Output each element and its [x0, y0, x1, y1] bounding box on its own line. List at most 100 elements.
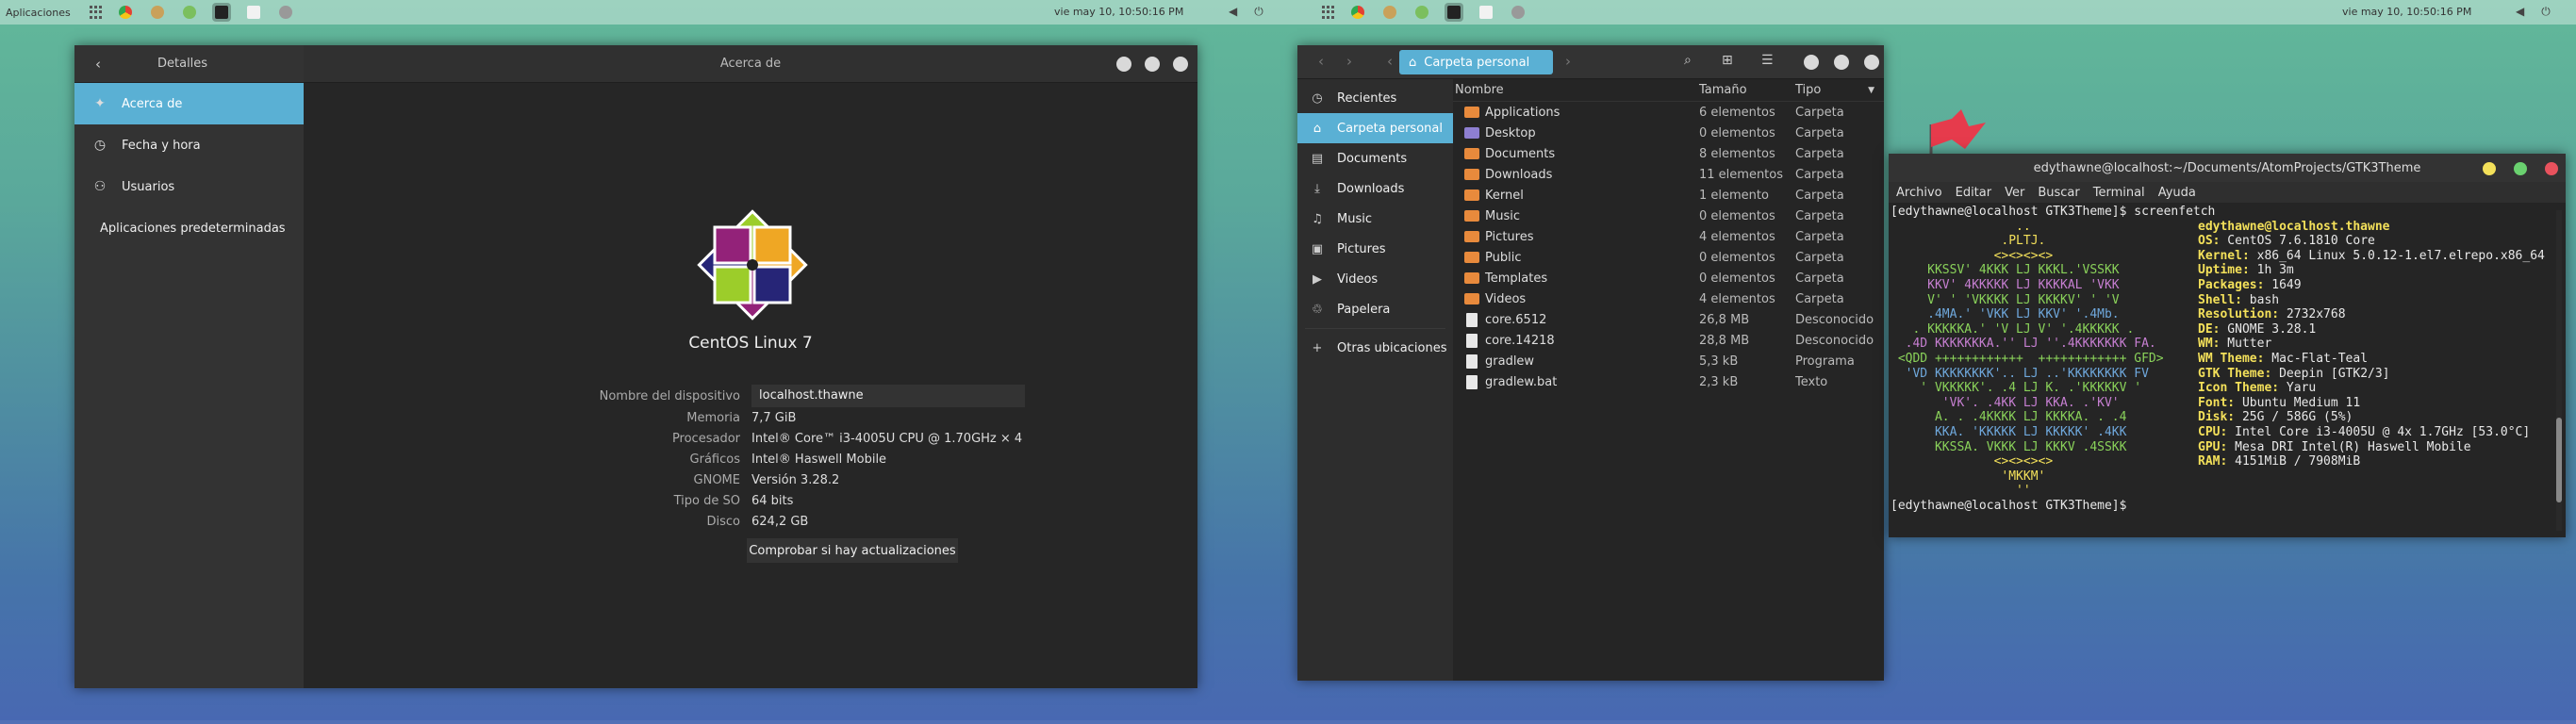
terminal-icon[interactable] — [1445, 3, 1463, 22]
file-name: Videos — [1485, 291, 1527, 306]
list-item[interactable]: Pictures 4 elementos Carpeta — [1453, 226, 1884, 247]
sidebar-item-videos[interactable]: ▶ Videos — [1297, 264, 1453, 294]
minimize-button[interactable] — [1116, 57, 1131, 72]
info-value: bash — [2241, 292, 2280, 307]
files-icon[interactable] — [244, 3, 263, 22]
view-grid-icon[interactable]: ⊞ — [1722, 53, 1733, 68]
chrome-icon[interactable] — [1348, 3, 1367, 22]
list-item[interactable]: Music 0 elementos Carpeta — [1453, 206, 1884, 226]
panel-clock-left[interactable]: vie may 10, 10:50:16 PM — [1054, 6, 1183, 18]
gimp-icon[interactable] — [148, 3, 167, 22]
sidebar-item-usuarios[interactable]: ⚇ Usuarios — [74, 166, 304, 207]
list-item[interactable]: Templates 0 elementos Carpeta — [1453, 268, 1884, 288]
menu-icon[interactable]: ☰ — [1761, 53, 1774, 68]
terminal-icon[interactable] — [211, 3, 231, 22]
menu-archivo[interactable]: Archivo — [1896, 186, 1942, 200]
column-size[interactable]: Tamaño — [1693, 83, 1790, 97]
info-key: WM Theme: — [2198, 351, 2265, 366]
check-updates-button[interactable]: Comprobar si hay actualizaciones — [747, 538, 958, 563]
apps-menu[interactable]: Aplicaciones — [6, 7, 71, 19]
ascii-logo-line: '' — [1891, 484, 2031, 499]
power-icon[interactable]: ⏻ — [1254, 5, 1263, 19]
list-item[interactable]: Applications 6 elementos Carpeta — [1453, 102, 1884, 123]
app-grid-icon[interactable] — [1322, 6, 1335, 19]
list-item[interactable]: Downloads 11 elementos Carpeta — [1453, 164, 1884, 185]
list-item[interactable]: gradlew 5,3 kB Programa — [1453, 351, 1884, 371]
terminal-scrollbar[interactable] — [2556, 210, 2562, 531]
sidebar-item-pictures[interactable]: ▣ Pictures — [1297, 234, 1453, 264]
column-type[interactable]: Tipo — [1790, 83, 1821, 97]
sidebar-item-otras[interactable]: + Otras ubicaciones — [1297, 333, 1453, 363]
maximize-button[interactable] — [2514, 162, 2527, 175]
list-item[interactable]: Kernel 1 elemento Carpeta — [1453, 185, 1884, 206]
location-label: Carpeta personal — [1424, 55, 1530, 70]
back-icon[interactable]: ‹ — [95, 56, 101, 73]
home-icon: ⌂ — [1409, 55, 1417, 70]
volume-icon[interactable]: ◀ — [2516, 5, 2524, 19]
column-name[interactable]: Nombre — [1453, 83, 1693, 97]
info-line: Disk: 25G / 586G (5%) — [2198, 410, 2545, 425]
search-icon[interactable]: ⌕ — [1684, 53, 1692, 68]
apps-label[interactable]: Aplicaciones — [6, 7, 71, 19]
menu-ver[interactable]: Ver — [2005, 186, 2024, 200]
scrollbar-thumb[interactable] — [2556, 418, 2562, 502]
menu-terminal[interactable]: Terminal — [2093, 186, 2145, 200]
maximize-button[interactable] — [1145, 57, 1160, 72]
sidebar-item-documents[interactable]: ▤ Documents — [1297, 143, 1453, 173]
sidebar-item-papelera[interactable]: ♲ Papelera — [1297, 294, 1453, 324]
close-button[interactable] — [2545, 162, 2558, 175]
sidebar-item-music[interactable]: ♫ Music — [1297, 204, 1453, 234]
folder-icon — [1464, 272, 1479, 284]
location-button[interactable]: ⌂ Carpeta personal — [1399, 50, 1553, 74]
menu-ayuda[interactable]: Ayuda — [2158, 186, 2196, 200]
info-key: Resolution: — [2198, 307, 2280, 322]
gimp-icon[interactable] — [1380, 3, 1399, 22]
atom-icon[interactable] — [1412, 3, 1431, 22]
panel-clock-right[interactable]: vie may 10, 10:50:16 PM — [2342, 6, 2471, 18]
terminal-output[interactable]: [edythawne@localhost GTK3Theme]$ screenf… — [1891, 205, 2552, 535]
minimize-button[interactable] — [2483, 162, 2496, 175]
files-header: ‹ › ‹ ⌂ Carpeta personal › ⌕ ⊞ ☰ — [1297, 45, 1884, 79]
sidebar-item-aplicaciones[interactable]: Aplicaciones predeterminadas — [74, 207, 304, 249]
back-icon[interactable]: ‹ — [1318, 53, 1324, 70]
forward-icon[interactable]: › — [1346, 53, 1352, 70]
sidebar-item-home[interactable]: ⌂ Carpeta personal — [1297, 113, 1453, 143]
close-button[interactable] — [1864, 55, 1879, 70]
minimize-button[interactable] — [1804, 55, 1819, 70]
sidebar-item-fecha[interactable]: ◷ Fecha y hora — [74, 124, 304, 166]
sort-down-icon[interactable]: ▼ — [1868, 86, 1874, 95]
menu-editar[interactable]: Editar — [1956, 186, 1992, 200]
chrome-icon[interactable] — [116, 3, 135, 22]
system-tray-left[interactable]: ◀ ⏻ — [1229, 5, 1263, 19]
settings-icon[interactable] — [1509, 3, 1527, 22]
app-grid-icon[interactable] — [89, 6, 103, 19]
device-name-field[interactable]: localhost.thawne — [751, 385, 1025, 407]
info-key: GTK Theme: — [2198, 366, 2272, 381]
menu-buscar[interactable]: Buscar — [2038, 186, 2079, 200]
sidebar-item-recientes[interactable]: ◷ Recientes — [1297, 83, 1453, 113]
video-icon: ▶ — [1313, 272, 1322, 287]
settings-icon[interactable] — [276, 3, 295, 22]
atom-icon[interactable] — [180, 3, 199, 22]
list-item[interactable]: Documents 8 elementos Carpeta — [1453, 143, 1884, 164]
file-name: gradlew — [1485, 354, 1535, 369]
list-item[interactable]: Desktop 0 elementos Carpeta — [1453, 123, 1884, 143]
list-item[interactable]: Videos 4 elementos Carpeta — [1453, 288, 1884, 309]
path-left-icon[interactable]: ‹ — [1387, 53, 1393, 70]
info-key: Shell: — [2198, 292, 2242, 307]
volume-icon[interactable]: ◀ — [1229, 5, 1237, 19]
sidebar-item-acerca[interactable]: ✦ Acerca de — [74, 83, 304, 124]
file-list-header: Nombre Tamaño Tipo ▼ — [1453, 79, 1884, 102]
files-icon[interactable] — [1477, 3, 1495, 22]
maximize-button[interactable] — [1834, 55, 1849, 70]
path-right-icon[interactable]: › — [1565, 53, 1571, 70]
power-icon[interactable]: ⏻ — [2541, 5, 2551, 19]
list-item[interactable]: Public 0 elementos Carpeta — [1453, 247, 1884, 268]
list-item[interactable]: gradlew.bat 2,3 kB Texto — [1453, 371, 1884, 392]
system-tray-right[interactable]: ◀ ⏻ — [2516, 5, 2551, 19]
list-item[interactable]: core.14218 28,8 MB Desconocido — [1453, 330, 1884, 351]
close-button[interactable] — [1173, 57, 1188, 72]
info-key: Font: — [2198, 395, 2236, 410]
list-item[interactable]: core.6512 26,8 MB Desconocido — [1453, 309, 1884, 330]
sidebar-item-downloads[interactable]: ⤓ Downloads — [1297, 173, 1453, 204]
